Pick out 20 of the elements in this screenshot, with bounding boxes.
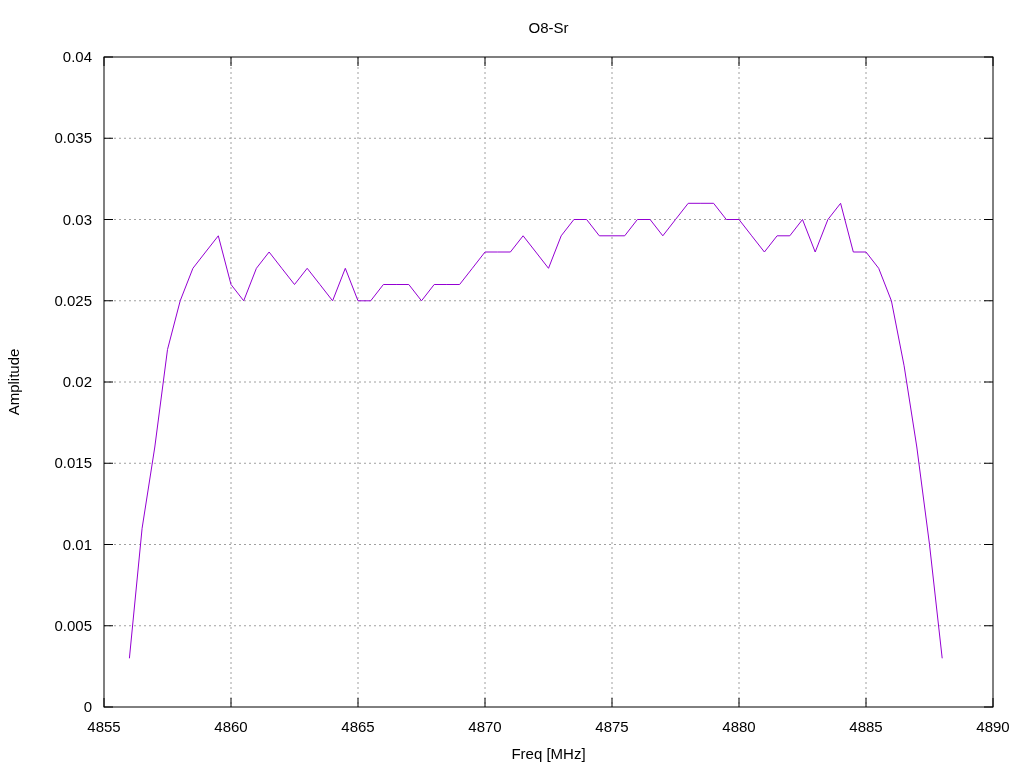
x-tick-label: 4885 — [849, 718, 883, 735]
x-tick-label: 4890 — [976, 718, 1010, 735]
x-tick-label: 4860 — [214, 718, 248, 735]
y-tick-label: 0.005 — [54, 616, 92, 634]
y-tick-label: 0.04 — [62, 48, 92, 65]
y-axis-label: Amplitude — [5, 348, 22, 416]
x-tick-label: 4865 — [341, 718, 375, 735]
x-tick-label: 4870 — [468, 718, 502, 735]
y-tick-label: 0.025 — [54, 291, 92, 309]
y-tick-label: 0.015 — [54, 454, 92, 472]
x-axis-label: Freq [MHz] — [511, 745, 586, 762]
chart-title: O8-Sr — [528, 19, 569, 36]
x-tick-label: 4855 — [87, 718, 121, 735]
y-tick-label: 0.035 — [54, 129, 92, 147]
y-tick-label: 0.01 — [62, 535, 92, 553]
y-tick-label: 0.03 — [62, 210, 92, 228]
x-tick-label: 4880 — [722, 718, 756, 735]
x-tick-label: 4875 — [595, 718, 629, 735]
y-tick-label: 0 — [83, 698, 92, 715]
y-tick-label: 0.02 — [62, 373, 92, 390]
